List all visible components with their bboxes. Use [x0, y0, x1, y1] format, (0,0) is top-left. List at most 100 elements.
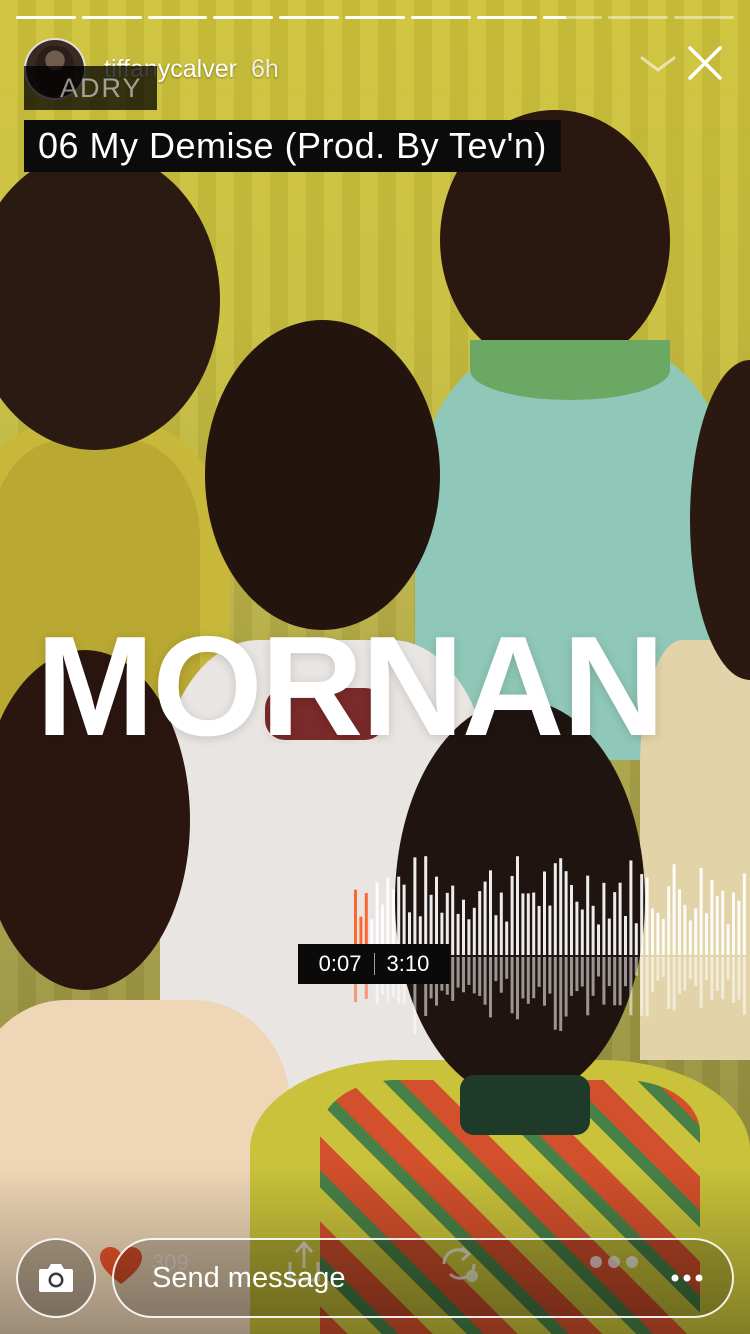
waveform-bar-reflection — [570, 957, 573, 996]
waveform-bar — [645, 877, 649, 955]
waveform-bar-reflection — [510, 957, 514, 1014]
timestamp: 6h — [250, 54, 279, 83]
waveform-bar — [607, 918, 611, 955]
waveform-bar-reflection — [678, 957, 681, 994]
waveform-bar — [580, 909, 584, 955]
waveform-bar-reflection — [715, 957, 719, 992]
progress-segment — [213, 16, 274, 19]
waveform-bar — [510, 875, 514, 955]
progress-segment — [410, 16, 471, 19]
waveform-bar-reflection — [721, 957, 725, 1000]
waveform-bar — [564, 871, 568, 955]
waveform-bar — [456, 913, 460, 955]
waveform-bar — [516, 856, 519, 955]
waveform-bar-reflection — [553, 957, 557, 1030]
artist-name-label: ADRY — [24, 66, 157, 110]
waveform-bar — [715, 895, 719, 955]
waveform-bar — [467, 919, 471, 955]
waveform-bar — [586, 875, 590, 955]
camera-button[interactable] — [16, 1238, 96, 1318]
waveform-bar — [618, 882, 622, 955]
waveform-bar — [597, 924, 600, 955]
waveform-bar — [537, 905, 541, 955]
waveform-bar — [737, 900, 741, 955]
waveform-bar — [721, 890, 725, 955]
progress-segment — [674, 16, 734, 19]
progress-segment — [147, 16, 208, 19]
waveform-bar-reflection — [656, 957, 660, 981]
close-icon[interactable] — [684, 42, 726, 84]
waveform-bar — [489, 870, 492, 955]
waveform-bar — [553, 863, 557, 955]
waveform-bar-reflection — [472, 957, 476, 994]
progress-segment — [608, 16, 669, 19]
waveform-bar — [667, 886, 671, 955]
waveform-bar-reflection — [564, 957, 568, 1017]
waveform-bar — [413, 857, 417, 955]
total-duration: 3:10 — [386, 951, 430, 976]
waveform-bar-reflection — [591, 957, 595, 996]
waveform-bar-reflection — [462, 957, 465, 993]
album-cover-title: MORNAN — [36, 607, 665, 766]
waveform-bar-reflection — [651, 957, 654, 993]
send-message-input[interactable]: Send message — [112, 1238, 734, 1318]
waveform-bar-reflection — [683, 957, 687, 991]
waveform-bar — [629, 860, 633, 955]
waveform-bar — [678, 889, 681, 955]
progress-segment — [476, 16, 537, 19]
waveform-bar — [694, 908, 698, 955]
playback-timecode: 0:07 3:10 — [298, 944, 450, 984]
waveform-bar-reflection — [629, 957, 633, 1016]
waveform-bar-reflection — [499, 957, 503, 993]
waveform-bar-reflection — [467, 957, 471, 985]
waveform-bar — [613, 892, 617, 955]
waveform-bar — [591, 905, 595, 955]
waveform-bar — [483, 881, 487, 955]
waveform-bar — [575, 901, 579, 955]
progress-segment — [345, 16, 405, 19]
waveform-bar — [640, 874, 644, 955]
waveform-bar-reflection — [726, 957, 730, 980]
waveform-bar — [624, 915, 627, 955]
chevron-down-icon[interactable] — [638, 44, 678, 84]
waveform-bar — [472, 907, 476, 955]
waveform-bar-reflection — [586, 957, 590, 1016]
waveform-bar-reflection — [694, 957, 698, 987]
waveform-bar — [661, 919, 665, 955]
waveform-bar-reflection — [451, 957, 455, 1001]
more-options-icon[interactable] — [670, 1268, 704, 1288]
camera-icon — [39, 1264, 73, 1292]
progress-segment — [279, 16, 340, 19]
waveform-bar — [532, 892, 536, 955]
waveform-bar — [602, 882, 606, 955]
waveform-bar — [705, 913, 708, 955]
story-progress-bar — [16, 16, 734, 20]
waveform-bar — [683, 904, 687, 955]
waveform-bar — [424, 856, 428, 955]
waveform-bar-reflection — [732, 957, 735, 1003]
song-title-label: 06 My Demise (Prod. By Tev'n) — [24, 120, 561, 172]
waveform-bar-reflection — [667, 957, 671, 1010]
waveform-bar-reflection — [613, 957, 617, 1006]
waveform-bar-reflection — [624, 957, 627, 987]
waveform-bar — [494, 915, 498, 955]
waveform-bar — [570, 885, 573, 955]
waveform-bar-reflection — [737, 957, 741, 1000]
message-placeholder: Send message — [152, 1262, 346, 1294]
waveform-bar — [688, 920, 692, 955]
waveform-bar-reflection — [699, 957, 703, 1008]
waveform-bar-reflection — [521, 957, 525, 999]
waveform-bar-reflection — [580, 957, 584, 987]
waveform-bar-reflection — [705, 957, 708, 981]
waveform-bar-reflection — [634, 957, 638, 976]
waveform-bar-reflection — [618, 957, 622, 1006]
story-viewer[interactable]: tiffanycalver 6h ADRY 06 My Demise (Prod… — [0, 0, 750, 1334]
waveform-bar-reflection — [516, 957, 519, 1020]
waveform-bar-reflection — [559, 957, 563, 1032]
waveform-bar-reflection — [661, 957, 665, 977]
waveform-bar-reflection — [602, 957, 606, 1005]
waveform-bar — [699, 868, 703, 955]
waveform-bar-reflection — [532, 957, 536, 999]
waveform-bar — [521, 893, 525, 955]
waveform-bar — [462, 899, 465, 955]
